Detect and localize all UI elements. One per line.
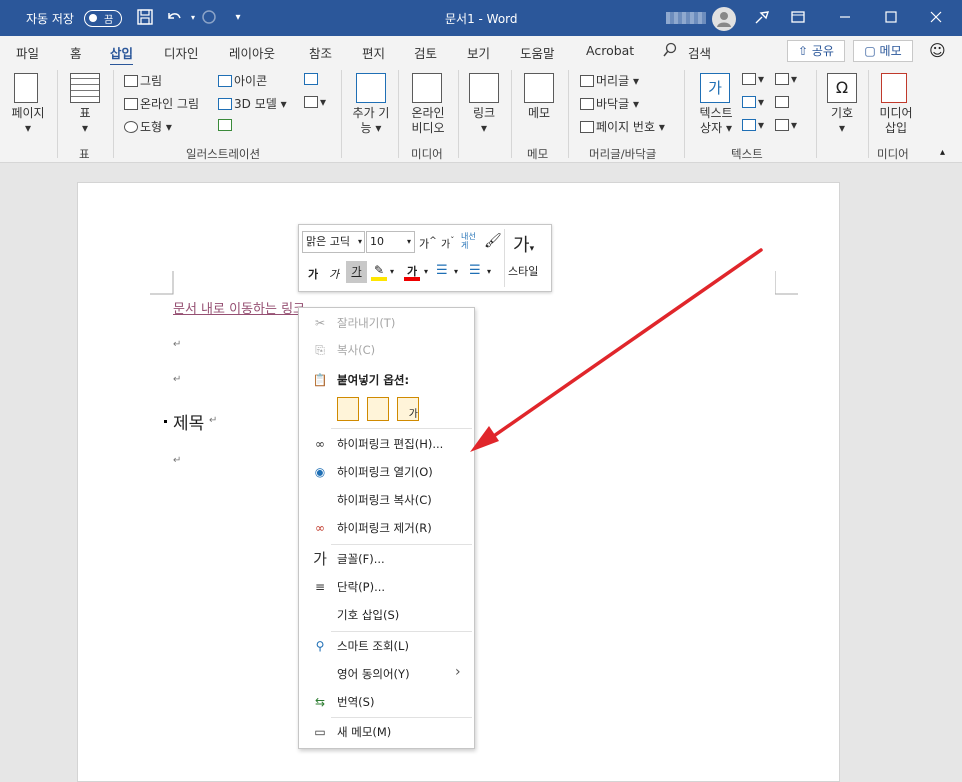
annotation-arrow	[470, 248, 763, 452]
